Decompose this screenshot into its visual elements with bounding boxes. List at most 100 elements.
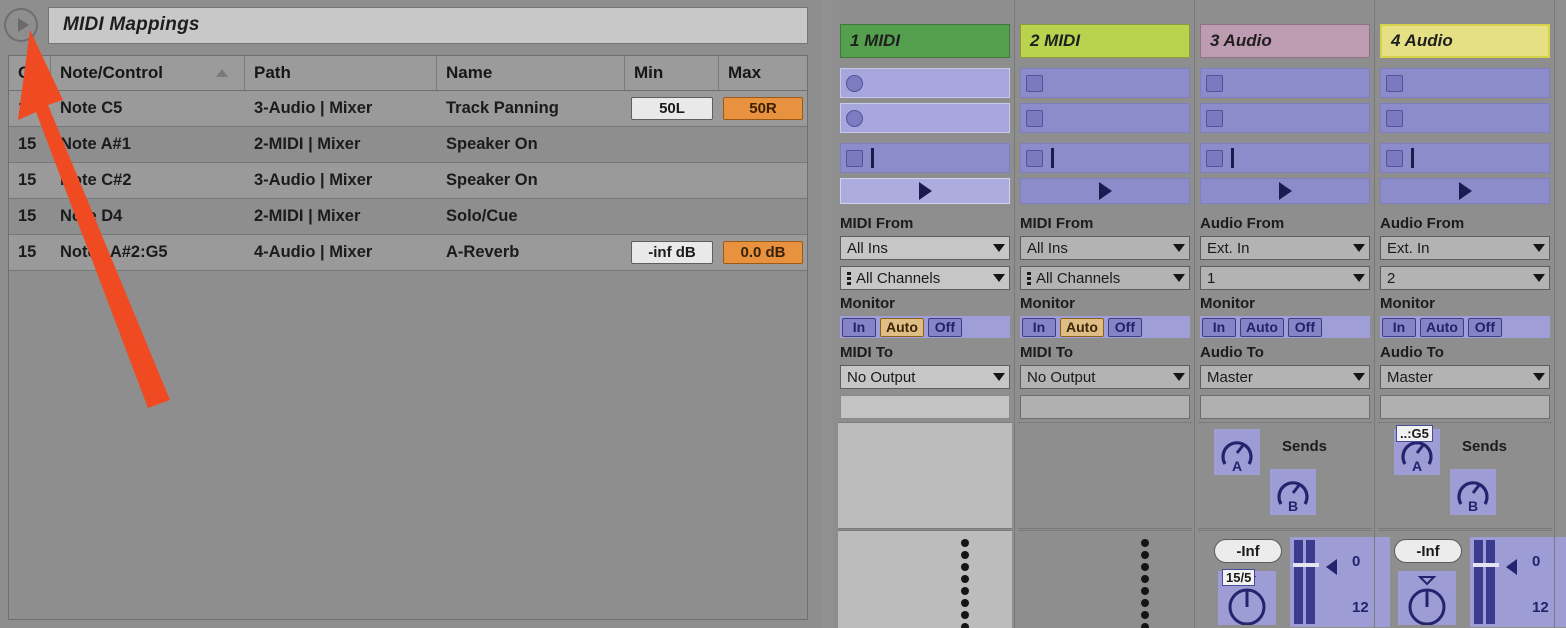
- fader-handle[interactable]: [1293, 563, 1319, 567]
- io-channel-select-value: 1: [1207, 269, 1216, 287]
- clip-slot[interactable]: [1380, 103, 1550, 133]
- scene-launch-button[interactable]: [1020, 178, 1190, 204]
- scene-launch-button[interactable]: [840, 178, 1010, 204]
- io-from-select[interactable]: All Ins: [840, 236, 1010, 260]
- clip-stop-row[interactable]: [1380, 143, 1550, 173]
- clip-square-icon[interactable]: [1206, 74, 1223, 92]
- track-title-2[interactable]: 2 MIDI: [1020, 24, 1190, 58]
- column-header-channel[interactable]: C: [9, 56, 51, 90]
- io-to-select[interactable]: No Output: [840, 365, 1010, 389]
- stop-clip-icon[interactable]: [846, 149, 863, 167]
- clip-square-icon[interactable]: [1206, 109, 1223, 127]
- monitor-button-auto[interactable]: Auto: [1060, 317, 1104, 337]
- monitor-button-in[interactable]: In: [842, 317, 876, 337]
- stop-clip-icon[interactable]: [1206, 149, 1223, 167]
- clip-slot[interactable]: [1380, 68, 1550, 98]
- record-circle-icon[interactable]: [846, 109, 863, 127]
- monitor-button-auto[interactable]: Auto: [1240, 317, 1284, 337]
- volume-fader[interactable]: 0 12: [1290, 537, 1390, 627]
- monitor-button-auto[interactable]: Auto: [880, 317, 924, 337]
- monitor-button-off[interactable]: Off: [1287, 317, 1322, 337]
- track-delay-strip[interactable]: [1020, 395, 1190, 419]
- chevron-down-icon: [1353, 244, 1365, 252]
- triangle-right-icon[interactable]: [4, 8, 38, 42]
- io-from-select[interactable]: Ext. In: [1200, 236, 1370, 260]
- stop-clip-icon[interactable]: [1026, 149, 1043, 167]
- io-from-select[interactable]: All Ins: [1020, 236, 1190, 260]
- volume-fader[interactable]: 0 12: [1470, 537, 1566, 627]
- monitor-button-off[interactable]: Off: [1467, 317, 1502, 337]
- cell-max-container: 50R: [719, 91, 807, 126]
- io-channel-select[interactable]: 2: [1380, 266, 1550, 290]
- io-to-select[interactable]: Master: [1380, 365, 1550, 389]
- clip-stop-row[interactable]: [840, 143, 1010, 173]
- min-value-field[interactable]: 50L: [631, 97, 713, 120]
- io-to-select[interactable]: Master: [1200, 365, 1370, 389]
- volume-display[interactable]: -Inf: [1214, 539, 1282, 563]
- mixer-section: [1018, 530, 1192, 628]
- track-delay-strip[interactable]: [1200, 395, 1370, 419]
- mixer-section: -Inf 15/5 0 12: [1198, 530, 1390, 628]
- clip-square-icon[interactable]: [1386, 74, 1403, 92]
- track-title-4[interactable]: 4 Audio: [1380, 24, 1550, 58]
- monitor-button-group: In Auto Off: [1020, 316, 1190, 338]
- column-header-note-control[interactable]: Note/Control: [51, 56, 245, 90]
- velocity-dots-icon: [961, 539, 969, 628]
- cell-path: 3-Audio | Mixer: [254, 99, 373, 117]
- table-row[interactable]: 15 Note D4 2-MIDI | Mixer Solo/Cue: [9, 199, 807, 235]
- io-from-select-value: Ext. In: [1207, 239, 1250, 257]
- track-delay-strip[interactable]: [840, 395, 1010, 419]
- max-value-field[interactable]: 0.0 dB: [723, 241, 803, 264]
- monitor-button-off[interactable]: Off: [1107, 317, 1142, 337]
- clip-slot[interactable]: [1200, 103, 1370, 133]
- scene-launch-button[interactable]: [1380, 178, 1550, 204]
- track-delay-strip[interactable]: [1380, 395, 1550, 419]
- track-title-3[interactable]: 3 Audio: [1200, 24, 1370, 58]
- midi-map-badge[interactable]: ..:G5: [1396, 425, 1433, 442]
- stop-clip-icon[interactable]: [1386, 149, 1403, 167]
- fader-handle[interactable]: [1473, 563, 1499, 567]
- clip-slot[interactable]: [840, 103, 1010, 133]
- column-header-min[interactable]: Min: [625, 56, 719, 90]
- clip-square-icon[interactable]: [1026, 109, 1043, 127]
- clip-slot[interactable]: [1020, 103, 1190, 133]
- track-separator: [1014, 0, 1015, 628]
- io-channel-select[interactable]: 1: [1200, 266, 1370, 290]
- volume-display[interactable]: -Inf: [1394, 539, 1462, 563]
- send-knob-letter: A: [1231, 458, 1243, 474]
- monitor-button-in[interactable]: In: [1022, 317, 1056, 337]
- monitor-button-in[interactable]: In: [1382, 317, 1416, 337]
- midi-mappings-title-field[interactable]: MIDI Mappings: [48, 6, 808, 44]
- table-row[interactable]: 15 Note C#2 3-Audio | Mixer Speaker On: [9, 163, 807, 199]
- clip-slot[interactable]: [1200, 68, 1370, 98]
- clip-stop-row[interactable]: [1020, 143, 1190, 173]
- table-row[interactable]: 15 Notes A#2:G5 4-Audio | Mixer A-Reverb -in…: [9, 235, 807, 271]
- pan-knob[interactable]: [1398, 571, 1456, 626]
- monitor-button-auto[interactable]: Auto: [1420, 317, 1464, 337]
- clip-square-icon[interactable]: [1386, 109, 1403, 127]
- clip-slot[interactable]: [1020, 68, 1190, 98]
- min-value-field[interactable]: -inf dB: [631, 241, 713, 264]
- midi-map-badge[interactable]: 15/5: [1222, 569, 1256, 586]
- table-row[interactable]: 15 Note C5 3-Audio | Mixer Track Panning 50L…: [9, 91, 807, 127]
- monitor-button-in[interactable]: In: [1202, 317, 1236, 337]
- monitor-button-off[interactable]: Off: [927, 317, 962, 337]
- clip-square-icon[interactable]: [1026, 74, 1043, 92]
- io-to-select[interactable]: No Output: [1020, 365, 1190, 389]
- column-header-path[interactable]: Path: [245, 56, 437, 90]
- scene-launch-button[interactable]: [1200, 178, 1370, 204]
- track-title-1[interactable]: 1 MIDI: [840, 24, 1010, 58]
- send-knob-b[interactable]: B: [1270, 469, 1316, 515]
- clip-stop-row[interactable]: [1200, 143, 1370, 173]
- send-knob-a[interactable]: A: [1214, 429, 1260, 475]
- max-value-field[interactable]: 50R: [723, 97, 803, 120]
- io-channel-select[interactable]: All Channels: [1020, 266, 1190, 290]
- table-row[interactable]: 15 Note A#1 2-MIDI | Mixer Speaker On: [9, 127, 807, 163]
- record-circle-icon[interactable]: [846, 74, 863, 92]
- column-header-max[interactable]: Max: [719, 56, 807, 90]
- column-header-name[interactable]: Name: [437, 56, 625, 90]
- io-from-select[interactable]: Ext. In: [1380, 236, 1550, 260]
- clip-slot[interactable]: [840, 68, 1010, 98]
- io-channel-select[interactable]: All Channels: [840, 266, 1010, 290]
- send-knob-b[interactable]: B: [1450, 469, 1496, 515]
